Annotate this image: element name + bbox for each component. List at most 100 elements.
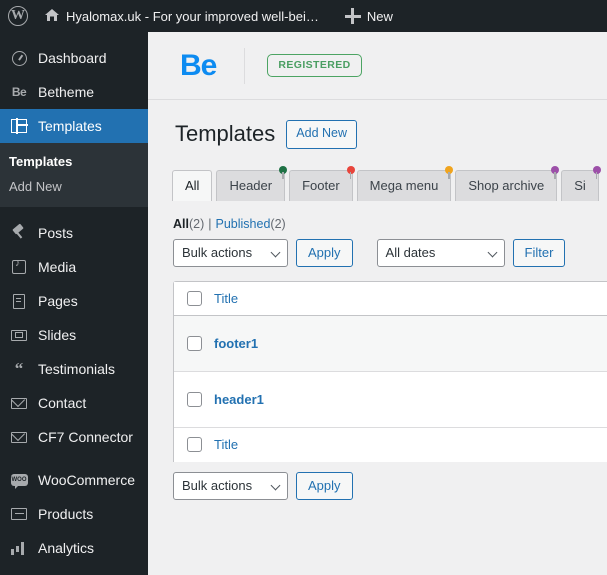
- bulk-actions-select-bottom[interactable]: Bulk actions: [173, 471, 288, 500]
- tab-header[interactable]: Header: [216, 165, 288, 201]
- dashboard-icon: [9, 48, 29, 68]
- apply-button-top[interactable]: Apply: [296, 238, 353, 267]
- bulk-actions-value: Bulk actions: [182, 477, 253, 493]
- tab-footer[interactable]: Footer: [289, 165, 355, 201]
- tab-mega-menu[interactable]: Mega menu: [356, 165, 454, 201]
- sidebar-item-pages[interactable]: Pages: [0, 284, 148, 318]
- table-row: header1: [174, 372, 607, 428]
- betheme-icon: Be: [11, 85, 27, 99]
- tab-color-dot: [279, 165, 288, 179]
- sidebar-item-label: Contact: [38, 395, 87, 411]
- new-label: New: [366, 8, 393, 24]
- sidebar-item-label: Testimonials: [38, 361, 116, 377]
- sidebar-subitem-templates[interactable]: Templates: [0, 149, 148, 174]
- top-filter-bar: Bulk actions Apply All dates Filter: [173, 238, 607, 267]
- view-published-count: (2): [270, 216, 286, 231]
- sidebar-item-posts[interactable]: Posts: [0, 216, 148, 250]
- chevron-down-icon: [270, 247, 281, 257]
- select-all-checkbox[interactable]: [186, 290, 202, 306]
- row-title-link[interactable]: footer1: [214, 336, 258, 351]
- chevron-down-icon: [270, 480, 281, 490]
- sidebar-item-templates[interactable]: Templates: [0, 109, 148, 143]
- row-checkbox[interactable]: [186, 335, 202, 351]
- media-icon: [9, 257, 29, 277]
- tab-label: Header: [229, 177, 273, 193]
- sidebar-item-products[interactable]: Products: [0, 497, 148, 531]
- row-title-link[interactable]: header1: [214, 392, 264, 407]
- sidebar-item-media[interactable]: Media: [0, 250, 148, 284]
- bulk-actions-value: Bulk actions: [182, 244, 253, 260]
- sidebar-submenu-templates: Templates Add New: [0, 143, 148, 207]
- apply-button-bottom[interactable]: Apply: [296, 471, 353, 500]
- page-title: Templates: [175, 121, 276, 147]
- tab-color-dot: [592, 165, 601, 179]
- add-new-button[interactable]: Add New: [286, 120, 358, 149]
- sidebar-item-contact[interactable]: Contact: [0, 386, 148, 420]
- sidebar-item-label: CF7 Connector: [38, 429, 133, 445]
- select-all-cell: [174, 437, 214, 452]
- row-select-cell: [174, 335, 214, 351]
- bottom-filter-bar: Bulk actions Apply: [173, 471, 607, 500]
- wordpress-logo-menu[interactable]: W: [0, 0, 36, 32]
- sidebar-item-label: Media: [38, 259, 77, 275]
- bulk-actions-select-top[interactable]: Bulk actions: [173, 238, 288, 267]
- table-footer-row: Title: [174, 427, 607, 462]
- sidebar-item-label: Dashboard: [38, 50, 107, 66]
- view-all[interactable]: All: [173, 217, 189, 231]
- sidebar-item-label: Pages: [38, 293, 78, 309]
- templates-icon: [9, 116, 29, 136]
- betheme-logo: Be: [180, 48, 217, 82]
- admin-sidebar: Dashboard Be Betheme Templates Templates…: [0, 32, 148, 575]
- plus-icon: [344, 8, 361, 24]
- products-icon: [9, 504, 29, 524]
- row-checkbox[interactable]: [186, 391, 202, 407]
- date-filter-value: All dates: [385, 244, 436, 260]
- table-header-row: Title: [174, 281, 607, 316]
- tab-shop-archive[interactable]: Shop archive: [455, 165, 560, 201]
- select-all-cell: [174, 290, 214, 306]
- quote-icon: “: [14, 358, 24, 378]
- tab-all[interactable]: All: [172, 169, 213, 201]
- chart-icon: [9, 538, 29, 558]
- status-views: All(2) | Published(2): [173, 217, 607, 231]
- sidebar-separator: [0, 207, 148, 216]
- sidebar-item-label: Slides: [38, 327, 77, 343]
- view-separator: |: [208, 216, 212, 231]
- sidebar-separator: [0, 454, 148, 463]
- column-footer-title[interactable]: Title: [214, 437, 238, 452]
- sidebar-item-testimonials[interactable]: “ Testimonials: [0, 352, 148, 386]
- sidebar-item-label: Betheme: [38, 84, 95, 100]
- sidebar-subitem-add-new[interactable]: Add New: [0, 174, 148, 199]
- view-all-count: (2): [188, 216, 205, 231]
- new-content-menu[interactable]: New: [337, 0, 401, 32]
- date-filter-select[interactable]: All dates: [376, 238, 505, 267]
- sidebar-item-cf7-connector[interactable]: CF7 Connector: [0, 420, 148, 454]
- select-all-checkbox-footer[interactable]: [186, 437, 202, 452]
- row-select-cell: [174, 391, 214, 407]
- column-header-title[interactable]: Title: [214, 291, 238, 306]
- tab-single[interactable]: Si: [561, 165, 601, 201]
- site-name-menu[interactable]: Hyalomax.uk - For your improved well-bei…: [36, 0, 327, 32]
- divider: [244, 47, 246, 84]
- table-row: footer1: [174, 315, 607, 372]
- view-published[interactable]: Published: [216, 217, 271, 231]
- main-content: Be REGISTERED Templates Add New All Head…: [148, 32, 607, 575]
- tab-label: Shop archive: [468, 177, 545, 193]
- tab-label: Footer: [302, 177, 340, 193]
- tab-color-dot: [551, 165, 560, 179]
- tab-label: Si: [574, 177, 586, 193]
- filter-button[interactable]: Filter: [512, 238, 566, 267]
- sidebar-item-label: Templates: [38, 118, 102, 134]
- sidebar-item-betheme[interactable]: Be Betheme: [0, 75, 148, 109]
- sidebar-item-label: Posts: [38, 225, 74, 241]
- status-badge: REGISTERED: [267, 54, 362, 77]
- admin-bar: W Hyalomax.uk - For your improved well-b…: [0, 0, 607, 32]
- wordpress-logo-icon: W: [8, 6, 28, 26]
- sidebar-item-dashboard[interactable]: Dashboard: [0, 41, 148, 75]
- sidebar-item-analytics[interactable]: Analytics: [0, 531, 148, 565]
- view-all-label: All: [173, 216, 189, 231]
- sidebar-item-slides[interactable]: Slides: [0, 318, 148, 352]
- tab-label: All: [185, 177, 200, 193]
- sidebar-item-woocommerce[interactable]: WOO WooCommerce: [0, 463, 148, 497]
- site-name-label: Hyalomax.uk - For your improved well-bei…: [66, 8, 319, 24]
